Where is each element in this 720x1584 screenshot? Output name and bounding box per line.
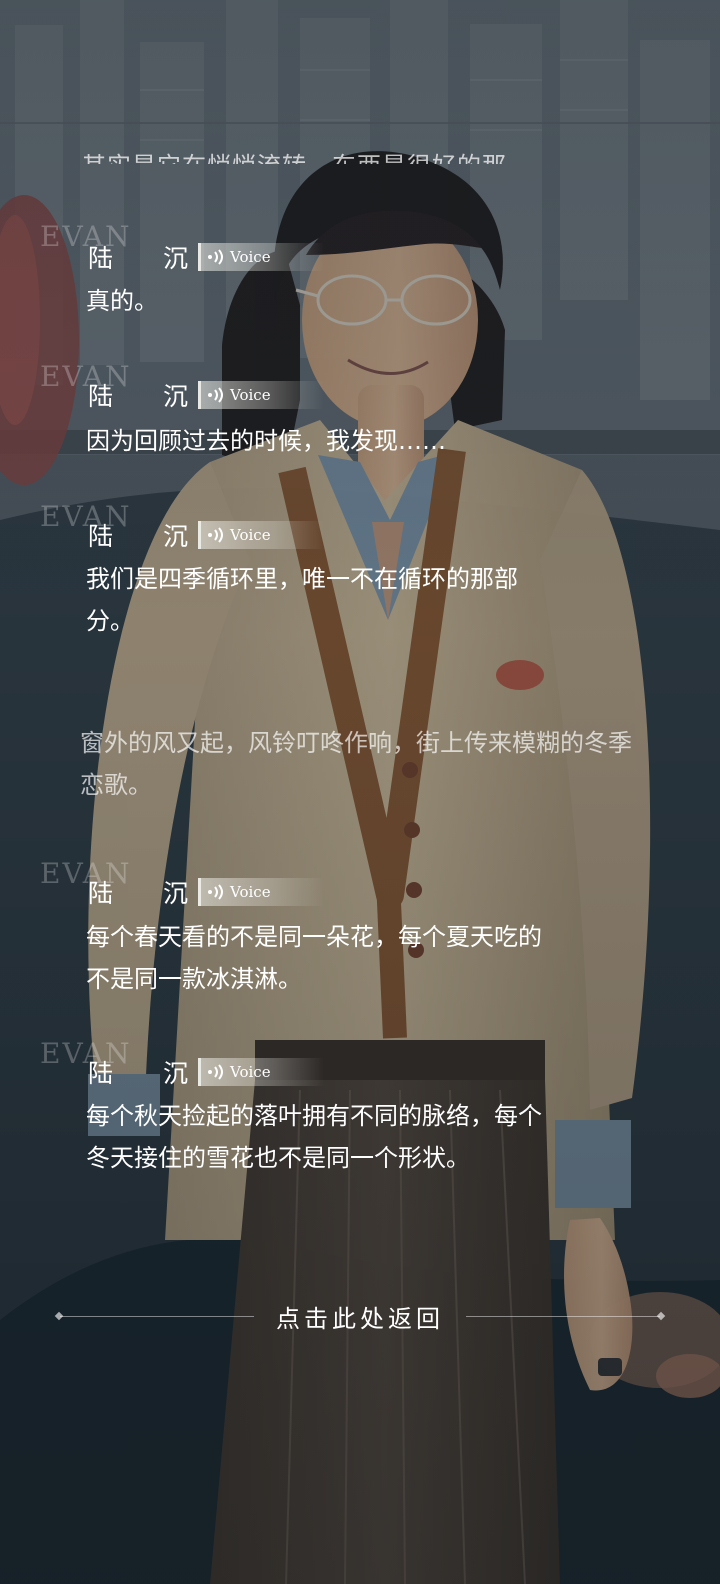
- speaker-waves-icon: [207, 385, 227, 405]
- voice-replay-button[interactable]: Voice: [198, 878, 325, 906]
- top-divider-line: [0, 122, 720, 124]
- speaker-waves-icon: [207, 1062, 227, 1082]
- dialogue-text: 我们是四季循环里，唯一不在循环的那部分。: [86, 565, 518, 635]
- backlog-entry-header: 陆沉 Voice: [88, 518, 325, 552]
- voice-replay-button[interactable]: Voice: [198, 243, 325, 271]
- voice-replay-button[interactable]: Voice: [198, 381, 325, 409]
- backlog-entry-header: 陆沉 Voice: [88, 240, 325, 274]
- dialogue-text: 每个春天看的不是同一朵花，每个夏天吃的不是同一款冰淇淋。: [86, 923, 542, 993]
- backlog-entry-header: 陆沉 Voice: [88, 1055, 325, 1089]
- voice-replay-button[interactable]: Voice: [198, 1058, 325, 1086]
- backlog-entry-header: 陆沉 Voice: [88, 875, 325, 909]
- voice-replay-button[interactable]: Voice: [198, 521, 325, 549]
- dialogue-text: 真的。: [86, 287, 158, 315]
- speaker-waves-icon: [207, 247, 227, 267]
- voice-label: Voice: [230, 883, 271, 901]
- cut-off-previous-line: 其实是它在悄悄流转，东西是很好的那: [82, 140, 532, 164]
- voice-label: Voice: [230, 526, 271, 544]
- divider-line-right: [466, 1315, 660, 1317]
- narration-text: 窗外的风又起，风铃叮咚作响，街上传来模糊的冬季恋歌。: [80, 729, 632, 799]
- return-button-label[interactable]: 点击此处返回: [276, 1299, 444, 1334]
- speaker-waves-icon: [207, 882, 227, 902]
- return-button[interactable]: 点击此处返回: [60, 1298, 660, 1334]
- speaker-waves-icon: [207, 525, 227, 545]
- backlog-entry-header: 陆沉 Voice: [88, 378, 325, 412]
- voice-label: Voice: [230, 1063, 271, 1081]
- dialogue-text: 因为回顾过去的时候，我发现……: [86, 427, 446, 455]
- voice-label: Voice: [230, 248, 271, 266]
- voice-label: Voice: [230, 386, 271, 404]
- dialogue-text: 每个秋天捡起的落叶拥有不同的脉络，每个冬天接住的雪花也不是同一个形状。: [86, 1102, 542, 1172]
- divider-line-left: [60, 1315, 254, 1317]
